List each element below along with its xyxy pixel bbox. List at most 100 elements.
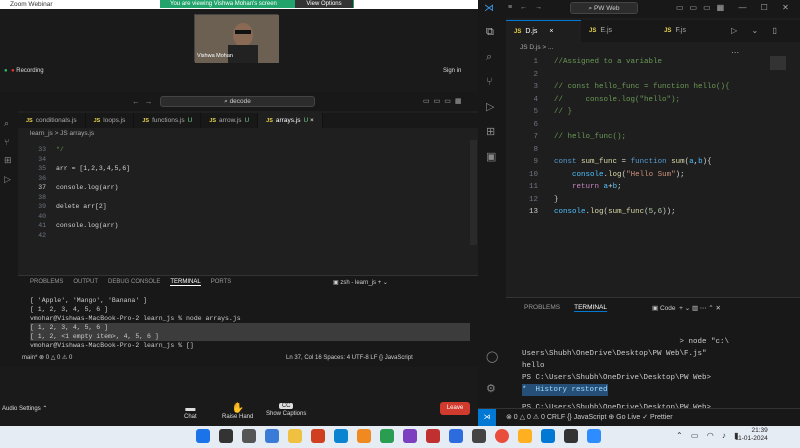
code-line[interactable]: 9 const sum_func = function sum(a,b){cons… (506, 156, 766, 169)
terminal-selector[interactable]: ▣ Code + ⌄ ▥ ⋯ ⌃ ✕ (652, 304, 721, 312)
tab-output[interactable]: OUTPUT (73, 279, 98, 286)
captions-button[interactable]: CC Show Captions (266, 403, 306, 417)
tab-debug-console[interactable]: DEBUG CONSOLE (108, 279, 160, 286)
clock[interactable]: 21:39 11-01-2024 (735, 427, 768, 443)
breadcrumb[interactable]: learn_js > JS arrays.js (30, 130, 94, 137)
leave-button[interactable]: Leave (440, 402, 470, 415)
tab-arrays[interactable]: JS arrays.js U × (258, 113, 323, 128)
command-search[interactable]: ⌕ decode (160, 96, 315, 107)
file-explorer-icon[interactable] (288, 429, 302, 443)
minimap[interactable] (770, 56, 786, 70)
app-icon[interactable] (472, 429, 486, 443)
right-code-editor[interactable]: 1//Assigned to a variable//Assigned to a… (506, 56, 766, 226)
close-icon[interactable]: × (549, 28, 553, 35)
code-line[interactable]: 3 // const hello_func = function hello(){… (506, 81, 766, 94)
teams-icon[interactable] (265, 429, 279, 443)
code-line[interactable]: 1//Assigned to a variable//Assigned to a… (506, 56, 766, 69)
source-control-icon[interactable]: ⑂ (486, 76, 498, 88)
run-debug-icon[interactable]: ▷ (486, 100, 498, 113)
app-icon[interactable] (380, 429, 394, 443)
search-icon[interactable]: ⌕ (486, 51, 498, 64)
tab-f-js[interactable]: JS F.js (656, 20, 731, 42)
tab-e-js[interactable]: JS E.js (581, 20, 656, 42)
tab-conditionals[interactable]: JS conditionals.js (18, 113, 86, 128)
code-line[interactable]: 8 (506, 144, 766, 157)
search-icon[interactable] (219, 429, 233, 443)
remote-explorer-icon[interactable]: ▣ (486, 150, 498, 163)
code-line[interactable]: 5// }// } (506, 106, 766, 119)
code-line[interactable]: 42 (18, 230, 468, 242)
tab-terminal[interactable]: TERMINAL (170, 279, 201, 286)
terminal-icon: ▣ (652, 305, 659, 312)
code-line[interactable]: 13console.log(sum_func(5,6));console.log… (506, 206, 766, 219)
shield-icon: ● (4, 68, 8, 74)
syntax-overlay: // } (554, 106, 572, 119)
app-icon[interactable] (403, 429, 417, 443)
code-line[interactable]: 4// console.log("hello");// console.log(… (506, 94, 766, 107)
right-activity-bar: ⧉ ⌕ ⑂ ▷ ⊞ ▣ ◯ ⚙ (478, 18, 506, 408)
menu-icons[interactable]: ≡ ← → (508, 4, 545, 11)
tab-problems[interactable]: PROBLEMS (30, 279, 63, 286)
code-line[interactable]: 12}} (506, 194, 766, 207)
tray-icons[interactable]: ⌃ ▭ ◠ ♪ ▮ (676, 431, 742, 440)
search-label: PW Web (593, 5, 620, 12)
code-line[interactable]: 7// hello_func();// hello_func(); (506, 131, 766, 144)
add-terminal-icon[interactable]: + ⌄ ▥ ⋯ ⌃ ✕ (677, 305, 721, 312)
tab-problems[interactable]: PROBLEMS (524, 304, 560, 312)
add-terminal-icon[interactable]: + ⌄ (378, 280, 388, 286)
source-control-icon[interactable]: ⑂ (4, 137, 14, 147)
code-line[interactable]: 10 console.log("Hello Sum"); console.log… (506, 169, 766, 182)
tab-d-js[interactable]: JS D.js × (506, 20, 582, 42)
gear-icon[interactable]: ⚙ (486, 382, 496, 395)
line-number: 5 (533, 108, 538, 116)
chrome-icon[interactable] (495, 429, 509, 443)
edge-icon[interactable] (334, 429, 348, 443)
chat-button[interactable]: ▬ Chat (184, 403, 197, 420)
terminal-icon[interactable] (564, 429, 578, 443)
signin-button[interactable]: Sign in (443, 68, 461, 74)
start-icon[interactable] (196, 429, 210, 443)
code-line[interactable]: 2 (506, 69, 766, 82)
raise-hand-button[interactable]: ✋ Raise Hand (222, 403, 253, 420)
app-icon[interactable] (449, 429, 463, 443)
tab-functions[interactable]: JS functions.js U (134, 113, 202, 128)
task-view-icon[interactable] (242, 429, 256, 443)
view-options-button[interactable]: View Options (295, 0, 353, 8)
explorer-icon[interactable]: ⧉ (486, 26, 498, 39)
editor-actions[interactable]: ▷ ⌄ ▯ ⋯ (731, 20, 800, 57)
tab-terminal[interactable]: TERMINAL (574, 304, 607, 312)
status-text[interactable]: ⊗ 0 △ 0 ⚠ 0 CRLF {} JavaScript ⊕ Go Live… (506, 409, 673, 426)
remote-indicator-icon[interactable]: ⋊ (478, 409, 496, 426)
code-line[interactable]: 11 return a+b; return a+b; (506, 181, 766, 194)
tab-loops[interactable]: JS loops.js (86, 113, 135, 128)
audio-settings-button[interactable]: Audio Settings ⌃ (2, 405, 47, 412)
breadcrumb[interactable]: JS D.js > ... (520, 44, 553, 51)
window-controls[interactable]: ▭▭▭▦ — ☐ ✕ (676, 3, 795, 12)
left-code-editor[interactable]: 33 */34 35 arr = [1,2,3,4,5,6] 36 37 console.l… (18, 140, 468, 270)
search-icon: ⌕ (224, 98, 228, 105)
command-search[interactable]: ⌕ PW Web (570, 2, 638, 14)
left-terminal-output[interactable]: [ 'Apple', 'Mango', 'Banana' ] [ 1, 2, 3,… (30, 296, 470, 350)
nav-back-icon[interactable]: ← → (132, 97, 152, 106)
close-icon[interactable]: × (310, 117, 314, 124)
terminal-selector[interactable]: ▣ zsh - learn_js + ⌄ (333, 279, 388, 286)
status-right[interactable]: Ln 37, Col 16 Spaces: 4 UTF-8 LF {} Java… (286, 353, 413, 364)
code-line[interactable]: 6 (506, 119, 766, 132)
extensions-icon[interactable]: ⊞ (486, 125, 498, 138)
tab-arrow[interactable]: JS arrow.js U (201, 113, 259, 128)
run-debug-icon[interactable]: ▷ (4, 174, 14, 185)
office-icon[interactable] (311, 429, 325, 443)
status-left[interactable]: main* ⊗ 0 △ 0 ⚠ 0 (22, 353, 72, 364)
extensions-icon[interactable]: ⊞ (4, 155, 14, 166)
tab-ports[interactable]: PORTS (211, 279, 232, 286)
vscode-icon[interactable] (541, 429, 555, 443)
search-icon[interactable]: ⌕ (4, 118, 14, 129)
vlc-icon[interactable] (357, 429, 371, 443)
account-icon[interactable]: ◯ (486, 350, 498, 363)
layout-icons[interactable]: ▭▭▭▦ (423, 97, 465, 105)
right-terminal-output[interactable]: > node "c:\ Users\Shubh\OneDrive\Desktop\… (522, 336, 798, 414)
app-icon[interactable] (426, 429, 440, 443)
app-icon[interactable] (518, 429, 532, 443)
zoom-icon[interactable] (587, 429, 601, 443)
editor-scrollbar[interactable] (470, 140, 477, 245)
